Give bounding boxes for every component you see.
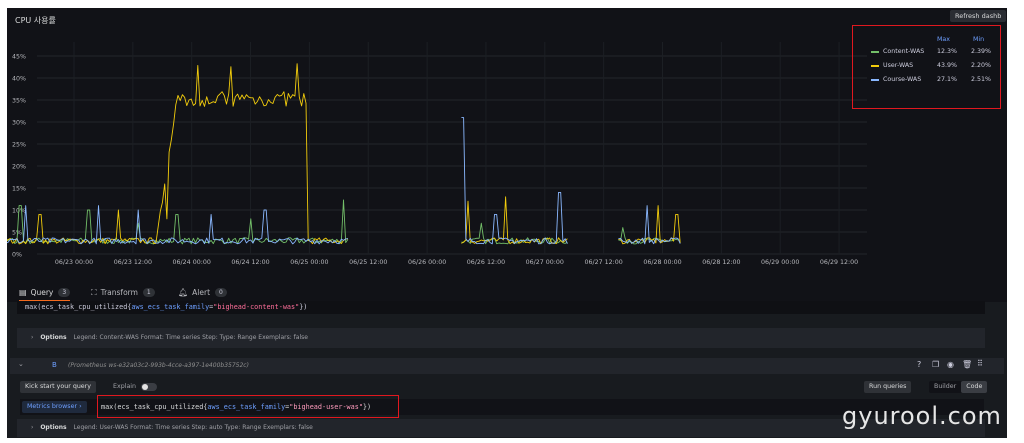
series-line-content-was [461,222,568,245]
series-line-course-was [7,205,348,245]
query-a-value: "bighead-content-was" [213,303,300,311]
y-tick-label: 45% [12,54,26,61]
y-tick-label: 25% [12,142,26,149]
legend-swatch [871,65,879,67]
query-a-options-row[interactable]: › Options Legend: Content-WAS Format: Ti… [17,328,985,348]
legend-max-value: 27.1% [937,76,958,83]
trash-icon[interactable]: 🗑︎ [962,360,972,369]
y-tick-label: 20% [12,164,26,171]
tab-transform-count: 1 [142,288,155,297]
legend-min-value: 2.39% [971,48,992,55]
query-b-highlight-box [97,395,399,418]
legend-max-value: 12.3% [937,48,958,55]
series-line-course-was [618,205,681,245]
legend-series-name: Content-WAS [883,48,925,55]
tab-alert[interactable]: 🔔︎ Alert 0 [178,285,227,300]
query-b-ref[interactable]: B [52,361,57,369]
legend-series-name: User-WAS [883,62,914,69]
tab-transform-label: Transform [100,288,138,297]
legend-col-min: Min [973,36,985,43]
series-line-user-was [7,63,348,245]
query-a-fn: max(ecs_task_cpu_utilized{ [25,303,132,311]
x-tick-label: 06/29 00:00 [761,259,799,266]
x-tick-label: 06/26 00:00 [408,259,446,266]
run-queries-button[interactable]: Run queries [864,381,912,393]
legend-col-max: Max [937,36,951,43]
metrics-browser-button[interactable]: Metrics browser › [22,401,87,413]
x-tick-label: 06/24 12:00 [231,259,269,266]
metrics-browser-label: Metrics browser [27,403,78,410]
tab-query-count: 3 [58,288,71,297]
grafana-panel-editor: CPU 사용률 Refresh dashb 0% 5% 10% 15% 20% 25% 30… [7,8,1007,438]
explain-label: Explain [113,383,137,390]
query-a-label: aws_ecs_task_family [131,303,210,311]
editor-mode-toggle: Builder Code [929,381,988,393]
legend-min-value: 2.20% [971,62,992,69]
builder-mode-button[interactable]: Builder [929,381,961,393]
kick-start-button[interactable]: Kick start your query [20,381,96,393]
x-tick-label: 06/28 12:00 [702,259,740,266]
query-a-expression[interactable]: max(ecs_task_cpu_utilized{aws_ecs_task_f… [17,301,985,314]
watermark: gyurool.com [842,402,1002,430]
legend-item[interactable]: Course-WAS 27.1% 2.51% [871,76,996,86]
legend-item[interactable]: Content-WAS 12.3% 2.39% [871,48,996,58]
help-icon[interactable]: ? [917,360,921,369]
legend-swatch [871,51,879,53]
drag-handle-icon[interactable]: ⠿ [977,359,983,368]
series-line-course-was [461,117,568,245]
bell-icon: 🔔︎ [178,288,189,297]
legend-item[interactable]: User-WAS 43.9% 2.20% [871,62,996,72]
chevron-right-icon: › [31,334,34,341]
eye-icon[interactable]: ◉ [947,360,954,369]
code-mode-button[interactable]: Code [961,381,988,393]
query-b-header: ⌄ B (Prometheus ws-e32a03c2-993b-4cce-a3… [10,358,1004,374]
query-b-options-text: Legend: User-WAS Format: Time series Ste… [73,424,313,431]
legend-min-value: 2.51% [971,76,992,83]
y-tick-label: 0% [12,252,22,259]
x-tick-label: 06/24 00:00 [173,259,211,266]
query-tabs: ▤ Query 3 ⛶ Transform 1 🔔︎ Alert 0 [7,280,1007,303]
query-b-options-row[interactable]: › Options Legend: User-WAS Format: Time … [17,419,985,437]
x-tick-label: 06/29 12:00 [820,259,858,266]
transform-icon: ⛶ [91,287,97,297]
query-a-options-text: Legend: Content-WAS Format: Time series … [73,334,308,341]
series-line-user-was [461,196,568,245]
explain-toggle[interactable] [141,383,157,391]
tab-alert-count: 0 [215,288,227,297]
x-tick-label: 06/28 00:00 [643,259,681,266]
collapse-chevron-icon[interactable]: ⌄ [18,360,24,368]
y-tick-label: 15% [12,186,26,193]
duplicate-icon[interactable]: ❐ [932,360,939,369]
query-b-options-label: Options [40,424,67,431]
x-tick-label: 06/27 12:00 [585,259,623,266]
tab-transform[interactable]: ⛶ Transform 1 [91,285,155,300]
x-tick-label: 06/23 12:00 [114,259,152,266]
x-tick-label: 06/27 00:00 [526,259,564,266]
tab-alert-label: Alert [192,288,211,297]
tab-query-label: Query [30,288,54,297]
legend-series-name: Course-WAS [883,76,922,83]
legend-max-value: 43.9% [937,62,958,69]
y-tick-label: 40% [12,76,26,83]
query-b-datasource: (Prometheus ws-e32a03c2-993b-4cce-a397-1… [68,362,249,369]
query-a-options-label: Options [40,334,67,341]
x-tick-label: 06/25 00:00 [290,259,328,266]
database-icon: ▤ [19,288,27,297]
y-tick-label: 30% [12,120,26,127]
chevron-right-icon: › [31,424,34,431]
y-tick-label: 35% [12,98,26,105]
x-tick-label: 06/23 00:00 [55,259,93,266]
x-tick-label: 06/26 12:00 [467,259,505,266]
tab-query[interactable]: ▤ Query 3 [19,285,71,302]
legend-swatch [871,79,879,81]
query-a-end: }) [299,303,308,311]
x-tick-label: 06/25 12:00 [349,259,387,266]
series-line-content-was [7,199,349,245]
